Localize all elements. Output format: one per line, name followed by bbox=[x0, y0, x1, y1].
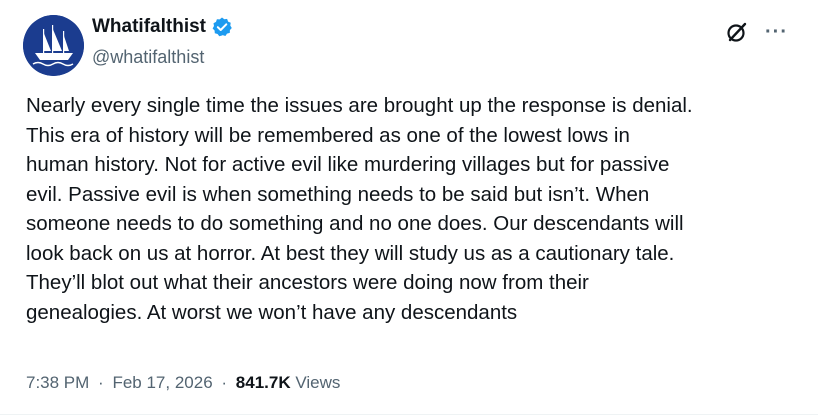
verified-badge-icon[interactable] bbox=[211, 16, 233, 38]
avatar[interactable] bbox=[23, 15, 84, 76]
author-display-name[interactable]: Whatifalthist bbox=[92, 16, 206, 38]
tweet-meta: 7:38 PM · Feb 17, 2026 · 841.7K Views bbox=[26, 372, 340, 394]
more-dots-icon[interactable]: ··· bbox=[765, 22, 788, 42]
tweet-text: Nearly every single time the issues are … bbox=[26, 94, 693, 324]
grok-icon[interactable] bbox=[725, 20, 749, 44]
ship-logo-icon bbox=[23, 15, 84, 76]
tweet-top-actions: ··· bbox=[725, 20, 788, 44]
author-name-row: Whatifalthist bbox=[92, 16, 233, 38]
meta-separator: · bbox=[98, 373, 104, 392]
tweet-card: Whatifalthist @whatifalthist ··· Nearly … bbox=[0, 0, 818, 415]
views-count[interactable]: 841.7K bbox=[236, 373, 291, 392]
author-handle[interactable]: @whatifalthist bbox=[92, 46, 204, 68]
meta-separator-2: · bbox=[221, 373, 228, 392]
views-label: Views bbox=[295, 373, 341, 392]
tweet-time[interactable]: 7:38 PM bbox=[26, 373, 89, 392]
tweet-date[interactable]: Feb 17, 2026 bbox=[112, 373, 212, 392]
